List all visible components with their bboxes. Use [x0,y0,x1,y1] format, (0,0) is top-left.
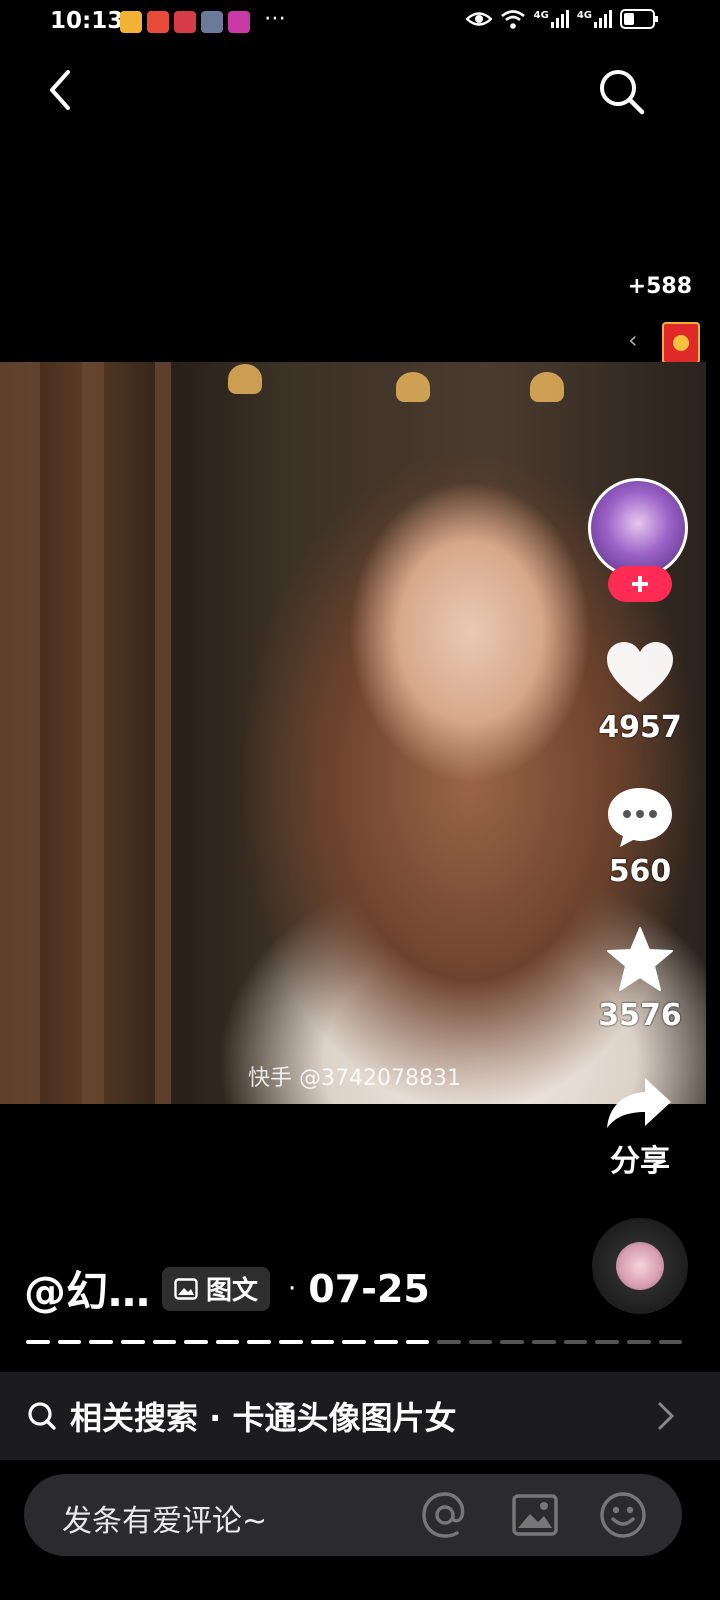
search-icon [28,1402,56,1430]
battery-icon [620,9,658,29]
share-label: 分享 [610,1144,670,1179]
carousel-segment [279,1340,303,1344]
at-mention-icon[interactable] [420,1490,470,1540]
game-app-icon [201,11,223,33]
signal-b: 4G [577,10,612,28]
promo-app-icon [174,11,196,33]
music-disc[interactable] [592,1218,688,1314]
lamp [396,372,430,402]
status-right: 4G 4G [465,8,660,30]
back-icon[interactable] [40,66,84,114]
carousel-segment [247,1340,271,1344]
door-frame [82,362,104,1104]
carousel-segment [152,1340,177,1344]
more-notifications-icon: ⋯ [264,6,286,31]
carousel-segment [563,1340,588,1344]
comment-count: 560 [608,854,672,889]
like-count: 4957 [598,710,682,745]
notification-icons [120,11,250,33]
shopping-app-icon [147,11,169,33]
star-icon [607,927,673,991]
carousel-segment [373,1340,398,1344]
search-icon[interactable] [596,66,648,118]
carousel-segment [532,1340,556,1344]
comment-input-bar[interactable]: 发条有爱评论~ [24,1474,682,1556]
emoji-icon[interactable] [598,1490,648,1540]
wifi-icon [500,10,525,29]
carousel-segment [57,1340,82,1344]
follow-button[interactable] [608,566,672,602]
carousel-segment [310,1340,335,1344]
live-app-icon [228,11,250,33]
carousel-segment [626,1340,651,1344]
carousel-segment [437,1340,461,1344]
author-name[interactable]: @幻… [24,1258,150,1319]
watermark: 快手 @3742078831 [248,1066,461,1091]
signal-a: 4G [534,10,569,28]
music-cover [616,1242,664,1290]
door-frame [0,362,40,1104]
carousel-segment [26,1340,50,1344]
post-date: 07-25 [308,1266,430,1311]
chevron-left-icon[interactable]: ‹ [628,326,638,354]
favorite-count: 3576 [598,998,682,1033]
carousel-segment [342,1340,366,1344]
post-meta: @幻… 图文 · 07-25 [24,1258,430,1319]
heart-icon [607,642,673,702]
image-carousel-progress [26,1340,683,1346]
chevron-right-icon [658,1402,675,1430]
eye-icon [465,12,492,26]
carousel-segment [120,1340,145,1344]
status-bar: 10:13 ⋯ 4G 4G [0,0,720,44]
carousel-segment [405,1340,430,1344]
related-search-bar[interactable]: 相关搜索 · 卡通头像图片女 [0,1372,720,1460]
network-type-label: 4G [533,10,549,21]
network-type-label: 4G [576,10,592,21]
lamp [530,372,564,402]
favorite-action[interactable]: 3576 [592,926,688,1033]
door-frame [155,362,171,1104]
reward-count: +588 [627,274,692,299]
carousel-segment [184,1340,208,1344]
comment-action[interactable]: 560 [592,784,688,889]
red-packet-icon[interactable] [662,322,700,364]
carousel-segment [595,1340,619,1344]
like-action[interactable]: 4957 [592,640,688,745]
lamp [228,364,262,394]
share-action[interactable]: 分享 [592,1074,688,1180]
related-search-label: 相关搜索 · 卡通头像图片女 [70,1399,457,1437]
image-icon [174,1277,198,1300]
image-icon[interactable] [510,1490,560,1540]
comment-input[interactable]: 发条有爱评论~ [62,1496,267,1540]
share-icon [607,1078,671,1128]
status-time: 10:13 [50,8,124,34]
post-type-tag: 图文 [162,1266,271,1311]
weibo-app-icon [120,11,142,33]
carousel-segment [215,1340,240,1344]
meta-separator: · [288,1273,297,1304]
carousel-segment [658,1340,683,1344]
author-avatar[interactable] [588,478,688,578]
post-type-label: 图文 [206,1276,259,1306]
comment-icon [608,788,672,847]
carousel-segment [468,1340,493,1344]
carousel-segment [500,1340,524,1344]
carousel-segment [89,1340,113,1344]
